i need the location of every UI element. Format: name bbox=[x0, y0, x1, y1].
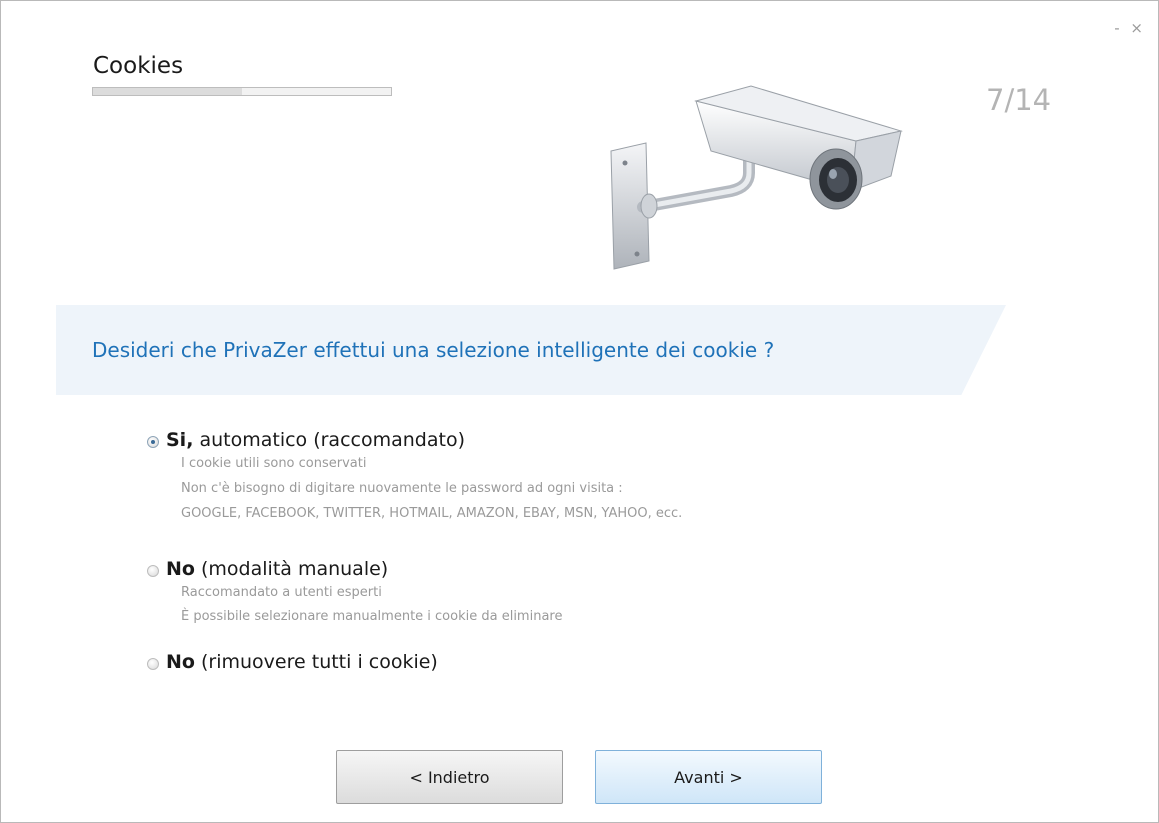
radio-automatic[interactable] bbox=[147, 436, 159, 448]
option-automatic-desc-3: GOOGLE, FACEBOOK, TWITTER, HOTMAIL, AMAZ… bbox=[181, 506, 683, 521]
minimize-icon[interactable]: - bbox=[1114, 19, 1122, 37]
option-manual-desc-2: È possibile selezionare manualmente i co… bbox=[181, 609, 563, 624]
option-automatic-desc-2: Non c'è bisogno di digitare nuovamente l… bbox=[181, 481, 623, 496]
option-automatic-label[interactable]: Si, automatico (raccomandato) bbox=[166, 429, 465, 451]
progress-bar bbox=[92, 87, 392, 96]
window-controls: - × bbox=[1114, 19, 1146, 37]
back-button[interactable]: < Indietro bbox=[336, 750, 563, 804]
step-counter: 7/14 bbox=[986, 83, 1052, 117]
option-manual-desc-1: Raccomandato a utenti esperti bbox=[181, 585, 382, 600]
option-automatic-desc-1: I cookie utili sono conservati bbox=[181, 456, 367, 471]
option-remove-all-label[interactable]: No (rimuovere tutti i cookie) bbox=[166, 651, 438, 673]
next-button[interactable]: Avanti > bbox=[595, 750, 822, 804]
radio-remove-all[interactable] bbox=[147, 658, 159, 670]
wizard-window: - × Cookies 7/14 Desideri che PrivaZer e… bbox=[0, 0, 1159, 823]
progress-fill bbox=[93, 88, 242, 95]
page-title: Cookies bbox=[93, 53, 184, 79]
option-manual-label[interactable]: No (modalità manuale) bbox=[166, 558, 388, 580]
security-camera-icon bbox=[610, 85, 903, 270]
question-text: Desideri che PrivaZer effettui una selez… bbox=[92, 338, 775, 362]
close-icon[interactable]: × bbox=[1130, 19, 1146, 37]
radio-manual[interactable] bbox=[147, 565, 159, 577]
